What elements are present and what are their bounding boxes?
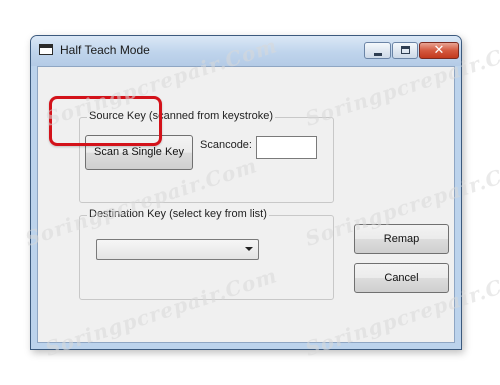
destination-key-select[interactable] bbox=[96, 239, 259, 260]
window-icon bbox=[39, 44, 53, 55]
scancode-field[interactable] bbox=[256, 136, 317, 159]
half-teach-mode-window: Half Teach Mode ✕ Source Key (scanned fr… bbox=[30, 35, 462, 350]
title-bar[interactable]: Half Teach Mode ✕ bbox=[31, 36, 461, 66]
cancel-button[interactable]: Cancel bbox=[354, 263, 449, 293]
destination-key-legend: Destination Key (select key from list) bbox=[87, 208, 269, 220]
scancode-label: Scancode: bbox=[200, 139, 252, 151]
minimize-button[interactable] bbox=[364, 42, 391, 59]
chevron-down-icon bbox=[245, 247, 253, 251]
minimize-icon bbox=[374, 53, 382, 56]
maximize-button[interactable] bbox=[392, 42, 418, 59]
window-title: Half Teach Mode bbox=[60, 43, 150, 57]
remap-button[interactable]: Remap bbox=[354, 224, 449, 254]
close-button[interactable]: ✕ bbox=[419, 42, 459, 59]
maximize-icon bbox=[401, 46, 410, 54]
scan-button-highlight bbox=[49, 96, 162, 146]
close-icon: ✕ bbox=[433, 43, 445, 58]
